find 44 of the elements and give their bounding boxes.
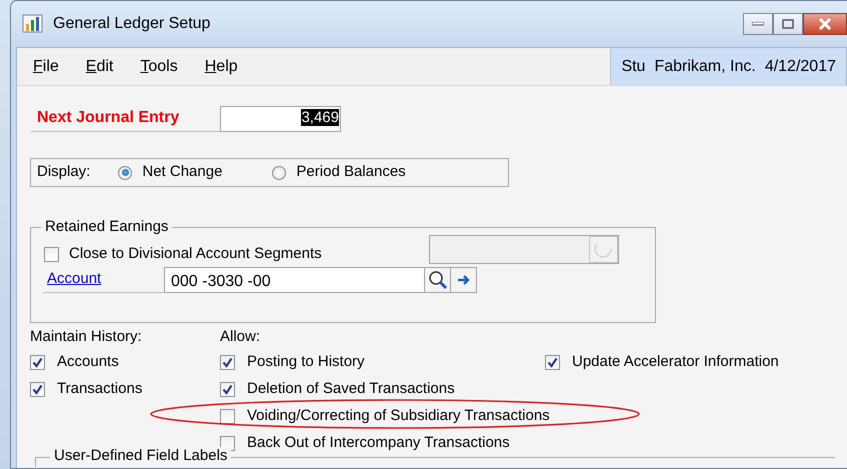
checkbox-label: Update Accelerator Information (572, 352, 779, 372)
ledger-app-icon (22, 14, 44, 34)
radio-button[interactable] (272, 166, 286, 180)
checkbox[interactable] (44, 246, 59, 262)
account-link[interactable]: Account (47, 267, 102, 291)
minimize-icon (752, 22, 764, 26)
section-label: Allow: (220, 327, 262, 347)
arrow-icon (456, 274, 470, 286)
checkbox[interactable] (220, 382, 235, 397)
checkbox[interactable] (220, 409, 235, 424)
window-title: General Ledger Setup (53, 14, 210, 34)
checkbox-label: Posting to History (247, 352, 365, 372)
radio-label: Net Change (142, 162, 222, 182)
checkbox-label: Close to Divisional Account Segments (69, 244, 322, 264)
maximize-button[interactable] (773, 13, 803, 35)
section-label: Maintain History: (30, 327, 143, 347)
menu-item[interactable]: Tools (129, 48, 189, 85)
checkbox-label: Voiding/Correcting of Subsidiary Transactions (247, 406, 550, 426)
checkbox-label: Back Out of Intercompany Transactions (247, 433, 510, 454)
user-date: 4/12/2017 (764, 56, 836, 76)
account-field[interactable]: 000 -3030 -00 (164, 267, 425, 293)
next-journal-entry-field[interactable]: 3,469 (220, 106, 341, 132)
checkbox-label: Transactions (57, 379, 142, 400)
close-icon (818, 18, 832, 30)
close-button[interactable] (803, 13, 847, 35)
user-name: Stu (621, 56, 646, 76)
maximize-icon (782, 19, 794, 29)
checkbox[interactable] (30, 382, 45, 397)
checkbox-label: Accounts (57, 352, 119, 372)
radio-button[interactable] (118, 166, 132, 180)
checkbox[interactable] (545, 355, 560, 370)
lookup-button[interactable] (424, 267, 451, 293)
checkbox-label: Deletion of Saved Transactions (247, 379, 455, 400)
minimize-button[interactable] (743, 13, 773, 35)
menu-item[interactable]: Edit (74, 48, 124, 85)
radio-label: Period Balances (296, 162, 406, 182)
search-icon (428, 270, 448, 290)
menu-item[interactable]: File (22, 48, 70, 85)
display-label: Display: (37, 162, 90, 182)
menu-item[interactable]: Help (194, 48, 249, 85)
checkbox[interactable] (220, 355, 235, 370)
go-to-button[interactable] (450, 267, 477, 293)
company-name: Fabrikam, Inc. (654, 56, 756, 76)
checkbox[interactable] (30, 355, 45, 370)
